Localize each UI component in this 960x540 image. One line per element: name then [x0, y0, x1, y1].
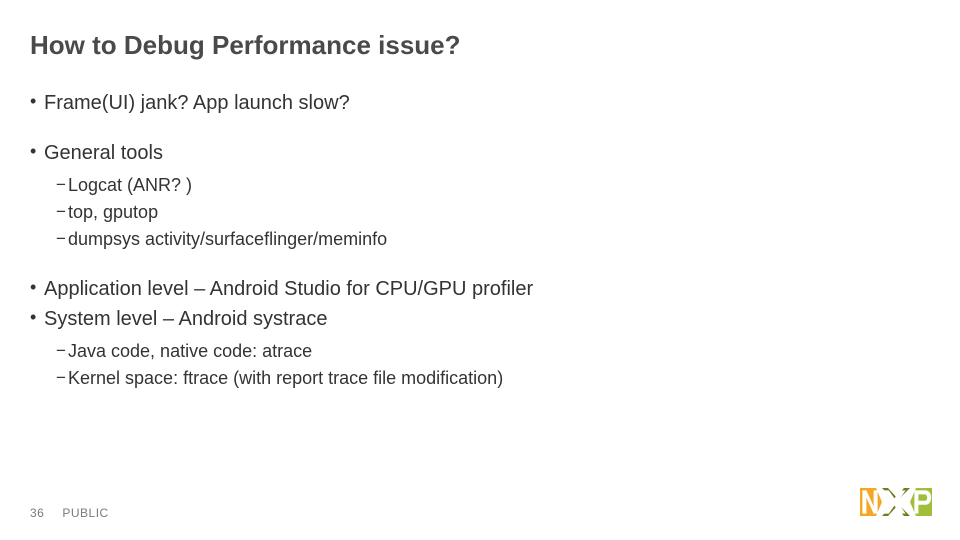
dash-icon: − [56, 200, 68, 224]
dash-icon: − [56, 173, 68, 197]
bullet-icon: • [30, 275, 44, 300]
sub-bullet-text: Java code, native code: atrace [68, 339, 312, 364]
list-item: • Frame(UI) jank? App launch slow? [30, 89, 920, 117]
bullet-text: System level – Android systrace [44, 305, 327, 333]
bullet-list: • Frame(UI) jank? App launch slow? • Gen… [30, 89, 920, 391]
sub-bullet-text: top, gputop [68, 200, 158, 225]
list-item: − top, gputop [56, 200, 920, 225]
footer: 36 PUBLIC [30, 506, 109, 520]
sub-bullet-text: Logcat (ANR? ) [68, 173, 192, 198]
sub-bullet-text: Kernel space: ftrace (with report trace … [68, 366, 503, 391]
list-item: − dumpsys activity/surfaceflinger/meminf… [56, 227, 920, 252]
sub-list: − Java code, native code: atrace − Kerne… [56, 339, 920, 391]
sub-list: − Logcat (ANR? ) − top, gputop − dumpsys… [56, 173, 920, 253]
bullet-icon: • [30, 89, 44, 114]
dash-icon: − [56, 366, 68, 390]
list-item: − Kernel space: ftrace (with report trac… [56, 366, 920, 391]
list-item: • General tools − Logcat (ANR? ) − top, … [30, 139, 920, 253]
dash-icon: − [56, 339, 68, 363]
sub-bullet-text: dumpsys activity/surfaceflinger/meminfo [68, 227, 387, 252]
bullet-text: Frame(UI) jank? App launch slow? [44, 89, 350, 117]
bullet-text: General tools [44, 139, 163, 167]
bullet-icon: • [30, 305, 44, 330]
slide: How to Debug Performance issue? • Frame(… [0, 0, 960, 540]
bullet-text: Application level – Android Studio for C… [44, 275, 533, 303]
bullet-icon: • [30, 139, 44, 164]
page-number: 36 [30, 506, 44, 520]
slide-title: How to Debug Performance issue? [30, 30, 920, 61]
slide-content: • Frame(UI) jank? App launch slow? • Gen… [30, 89, 920, 391]
list-item: • Application level – Android Studio for… [30, 275, 920, 303]
list-item: − Logcat (ANR? ) [56, 173, 920, 198]
list-item: • System level – Android systrace − Java… [30, 305, 920, 391]
dash-icon: − [56, 227, 68, 251]
footer-label: PUBLIC [62, 506, 108, 520]
list-item: − Java code, native code: atrace [56, 339, 920, 364]
nxp-logo-icon [860, 482, 932, 522]
